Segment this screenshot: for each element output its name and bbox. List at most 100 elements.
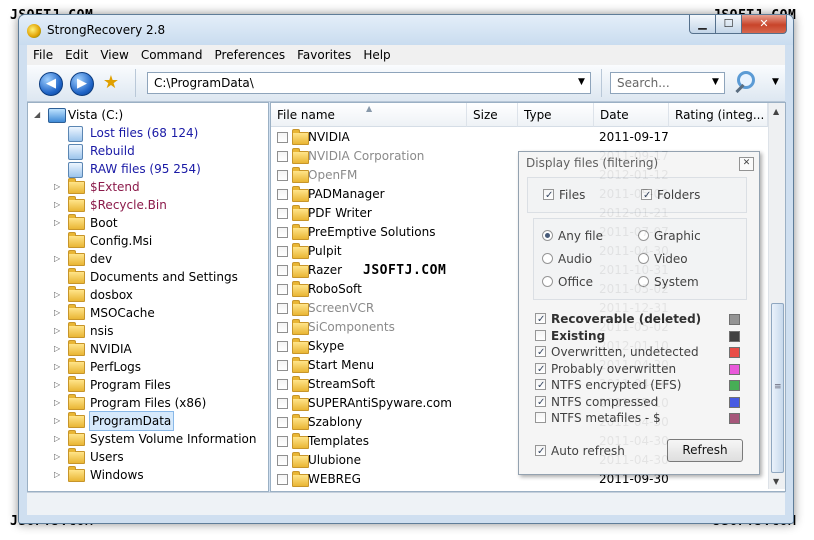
tree-item[interactable]: ▷ PerfLogs bbox=[28, 358, 266, 376]
title-bar[interactable]: StrongRecovery 2.8 ▁ ☐ ✕ bbox=[19, 15, 793, 45]
expand-icon[interactable]: ▷ bbox=[54, 376, 60, 394]
folder-tree[interactable]: ◢ Vista (C:) Lost files (68 124) Rebuild RAW… bbox=[27, 102, 269, 492]
expand-icon[interactable]: ▷ bbox=[54, 304, 60, 322]
expand-icon[interactable]: ▷ bbox=[54, 178, 60, 196]
row-checkbox[interactable] bbox=[277, 227, 288, 238]
tree-item[interactable]: ▷ dosbox bbox=[28, 286, 266, 304]
expand-icon[interactable]: ▷ bbox=[54, 322, 60, 340]
tree-item[interactable]: ▷ $Recycle.Bin bbox=[28, 196, 266, 214]
color-swatch[interactable] bbox=[729, 347, 740, 358]
color-swatch[interactable] bbox=[729, 363, 740, 375]
row-checkbox[interactable] bbox=[277, 170, 288, 181]
column-size[interactable]: Size bbox=[467, 103, 518, 127]
menu-edit[interactable]: Edit bbox=[59, 45, 94, 65]
row-checkbox[interactable] bbox=[277, 436, 288, 447]
row-checkbox[interactable] bbox=[277, 455, 288, 466]
expand-icon[interactable]: ▷ bbox=[54, 394, 60, 412]
tree-item[interactable]: Lost files (68 124) bbox=[28, 124, 266, 142]
tree-item-label: Config.Msi bbox=[90, 234, 153, 248]
expand-icon[interactable]: ▷ bbox=[54, 214, 60, 232]
row-checkbox[interactable] bbox=[277, 417, 288, 428]
refresh-button[interactable]: Refresh bbox=[667, 439, 743, 462]
row-checkbox[interactable] bbox=[277, 246, 288, 257]
color-swatch[interactable] bbox=[729, 380, 740, 391]
row-checkbox[interactable] bbox=[277, 303, 288, 314]
close-icon[interactable]: ✕ bbox=[739, 157, 754, 171]
expand-icon[interactable]: ▷ bbox=[54, 358, 60, 376]
tree-item[interactable]: ▷ MSOCache bbox=[28, 304, 266, 322]
menu-help[interactable]: Help bbox=[357, 45, 396, 65]
expand-icon[interactable]: ▷ bbox=[54, 340, 60, 358]
tree-item[interactable]: Rebuild bbox=[28, 142, 266, 160]
row-checkbox[interactable] bbox=[277, 322, 288, 333]
color-swatch[interactable] bbox=[729, 314, 740, 325]
column-date[interactable]: Date bbox=[594, 103, 669, 127]
menu-file[interactable]: File bbox=[27, 45, 59, 65]
forward-arrow-icon[interactable]: ▶ bbox=[70, 72, 94, 96]
tree-item[interactable]: Config.Msi bbox=[28, 232, 266, 250]
expand-icon[interactable]: ▷ bbox=[54, 286, 60, 304]
expand-icon[interactable]: ▷ bbox=[54, 250, 60, 268]
row-checkbox[interactable] bbox=[277, 208, 288, 219]
tree-item[interactable]: ▷ ProgramData bbox=[28, 411, 266, 431]
minimize-button[interactable]: ▁ bbox=[689, 15, 716, 34]
tree-item[interactable]: ▷ dev bbox=[28, 250, 266, 268]
tree-item[interactable]: RAW files (95 254) bbox=[28, 160, 266, 178]
path-input[interactable]: C:\ProgramData\ bbox=[154, 76, 254, 90]
column-rating[interactable]: Rating (integ... bbox=[669, 103, 768, 127]
folder-icon bbox=[292, 148, 309, 164]
menu-command[interactable]: Command bbox=[135, 45, 209, 65]
search-input[interactable]: Search... ▼ bbox=[610, 72, 725, 94]
close-button[interactable]: ✕ bbox=[741, 15, 787, 34]
scrollbar-thumb[interactable]: ≡ bbox=[771, 303, 784, 473]
back-arrow-icon[interactable]: ◀ bbox=[39, 72, 63, 96]
color-swatch[interactable] bbox=[729, 413, 740, 424]
column-file-name[interactable]: File name ▲ bbox=[271, 103, 467, 127]
menu-preferences[interactable]: Preferences bbox=[209, 45, 292, 65]
expand-icon[interactable]: ▷ bbox=[54, 430, 60, 448]
tree-item[interactable]: ▷ $Extend bbox=[28, 178, 266, 196]
row-checkbox[interactable] bbox=[277, 189, 288, 200]
row-checkbox[interactable] bbox=[277, 265, 288, 276]
row-checkbox[interactable] bbox=[277, 379, 288, 390]
chevron-down-icon[interactable]: ▼ bbox=[772, 77, 779, 87]
row-checkbox[interactable] bbox=[277, 341, 288, 352]
tree-item[interactable]: ▷ Users bbox=[28, 448, 266, 466]
vertical-scrollbar[interactable]: ▲ ≡ ▼ bbox=[768, 103, 785, 489]
row-checkbox[interactable] bbox=[277, 132, 288, 143]
scroll-up-icon[interactable]: ▲ bbox=[773, 107, 779, 116]
row-checkbox[interactable] bbox=[277, 398, 288, 409]
maximize-button[interactable]: ☐ bbox=[715, 15, 742, 34]
column-type[interactable]: Type bbox=[518, 103, 594, 127]
color-swatch[interactable] bbox=[729, 330, 740, 342]
tree-item[interactable]: ▷ Program Files bbox=[28, 376, 266, 394]
expand-icon[interactable]: ▷ bbox=[54, 412, 60, 430]
scroll-down-icon[interactable]: ▼ bbox=[773, 477, 779, 486]
tree-item[interactable]: ▷ Windows bbox=[28, 466, 266, 484]
collapse-icon[interactable]: ◢ bbox=[34, 106, 40, 124]
color-swatch[interactable] bbox=[729, 396, 740, 408]
expand-icon[interactable]: ▷ bbox=[54, 196, 60, 214]
tree-item[interactable]: ▷ NVIDIA bbox=[28, 340, 266, 358]
up-folder-icon[interactable]: ★ bbox=[99, 72, 123, 96]
tree-item[interactable]: Documents and Settings bbox=[28, 268, 266, 286]
search-icon[interactable] bbox=[730, 68, 760, 96]
row-checkbox[interactable] bbox=[277, 360, 288, 371]
tree-item[interactable]: ▷ Program Files (x86) bbox=[28, 394, 266, 412]
chevron-down-icon[interactable]: ▼ bbox=[578, 77, 585, 87]
expand-icon[interactable]: ▷ bbox=[54, 466, 60, 484]
row-checkbox[interactable] bbox=[277, 474, 288, 485]
menu-view[interactable]: View bbox=[94, 45, 134, 65]
tree-item[interactable]: ▷ nsis bbox=[28, 322, 266, 340]
tree-item[interactable]: ◢ Vista (C:) bbox=[28, 106, 266, 124]
folder-icon bbox=[68, 322, 85, 338]
tree-item[interactable]: ▷ System Volume Information bbox=[28, 430, 266, 448]
row-checkbox[interactable] bbox=[277, 151, 288, 162]
path-combobox[interactable]: C:\ProgramData\ ▼ bbox=[147, 72, 591, 94]
menu-favorites[interactable]: Favorites bbox=[291, 45, 357, 65]
file-row[interactable]: NVIDIA 2011-09-17 bbox=[271, 128, 768, 147]
expand-icon[interactable]: ▷ bbox=[54, 448, 60, 466]
row-checkbox[interactable] bbox=[277, 284, 288, 295]
tree-item[interactable]: ▷ Boot bbox=[28, 214, 266, 232]
chevron-down-icon[interactable]: ▼ bbox=[712, 77, 719, 87]
